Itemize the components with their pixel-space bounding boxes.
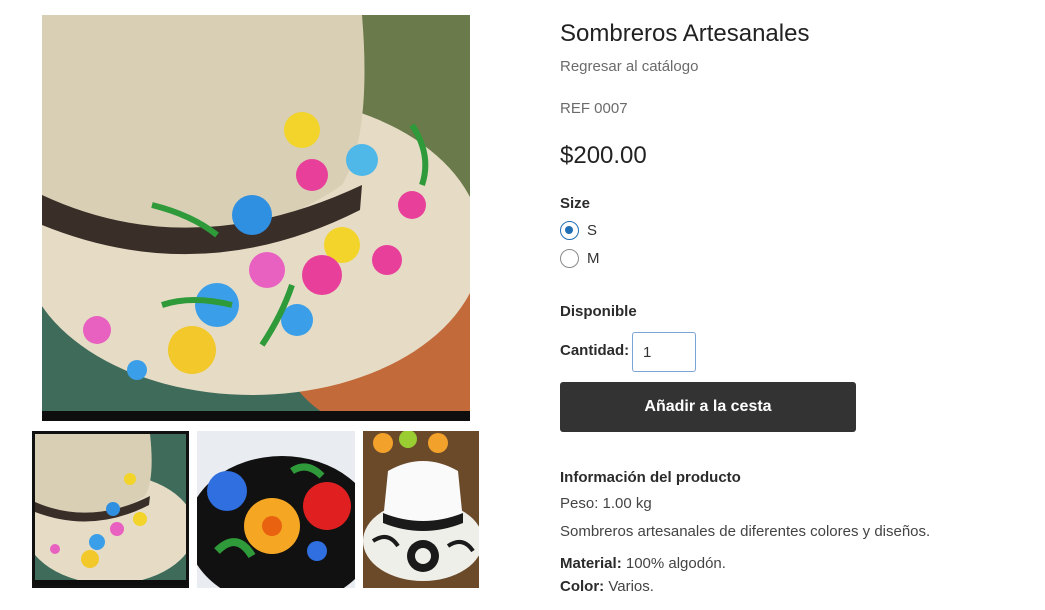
- material-value: 100% algodón.: [621, 555, 726, 572]
- thumbnail-1[interactable]: [32, 431, 189, 588]
- thumbnail-2[interactable]: [197, 431, 355, 588]
- product-title: Sombreros Artesanales: [560, 20, 810, 47]
- thumbnail-3[interactable]: [363, 431, 479, 588]
- size-option-m-label: M: [587, 250, 600, 267]
- color-label: Color:: [560, 578, 605, 595]
- add-to-cart-button[interactable]: Añadir a la cesta: [560, 382, 856, 432]
- quantity-input[interactable]: [632, 332, 696, 372]
- size-option-s-label: S: [587, 222, 598, 239]
- product-color: Color: Varios.: [560, 578, 654, 595]
- color-value: Varios.: [604, 578, 654, 595]
- availability-status: Disponible: [560, 303, 637, 320]
- back-to-catalog-link[interactable]: Regresar al catálogo: [560, 58, 698, 75]
- material-label: Material:: [560, 555, 622, 572]
- size-radio-s[interactable]: [560, 221, 579, 240]
- main-product-image: [42, 15, 470, 421]
- product-ref: REF 0007: [560, 100, 628, 117]
- size-option-m[interactable]: M: [560, 249, 600, 268]
- size-label: Size: [560, 195, 591, 212]
- product-description: Sombreros artesanales de diferentes colo…: [560, 523, 931, 540]
- size-radio-m[interactable]: [560, 249, 579, 268]
- product-material: Material: 100% algodón.: [560, 555, 726, 572]
- quantity-label: Cantidad:: [560, 342, 630, 359]
- product-weight: Peso: 1.00 kg: [560, 495, 652, 512]
- size-option-s[interactable]: S: [560, 221, 597, 240]
- product-details-heading: Información del producto: [560, 469, 741, 486]
- product-price: $200.00: [560, 142, 647, 169]
